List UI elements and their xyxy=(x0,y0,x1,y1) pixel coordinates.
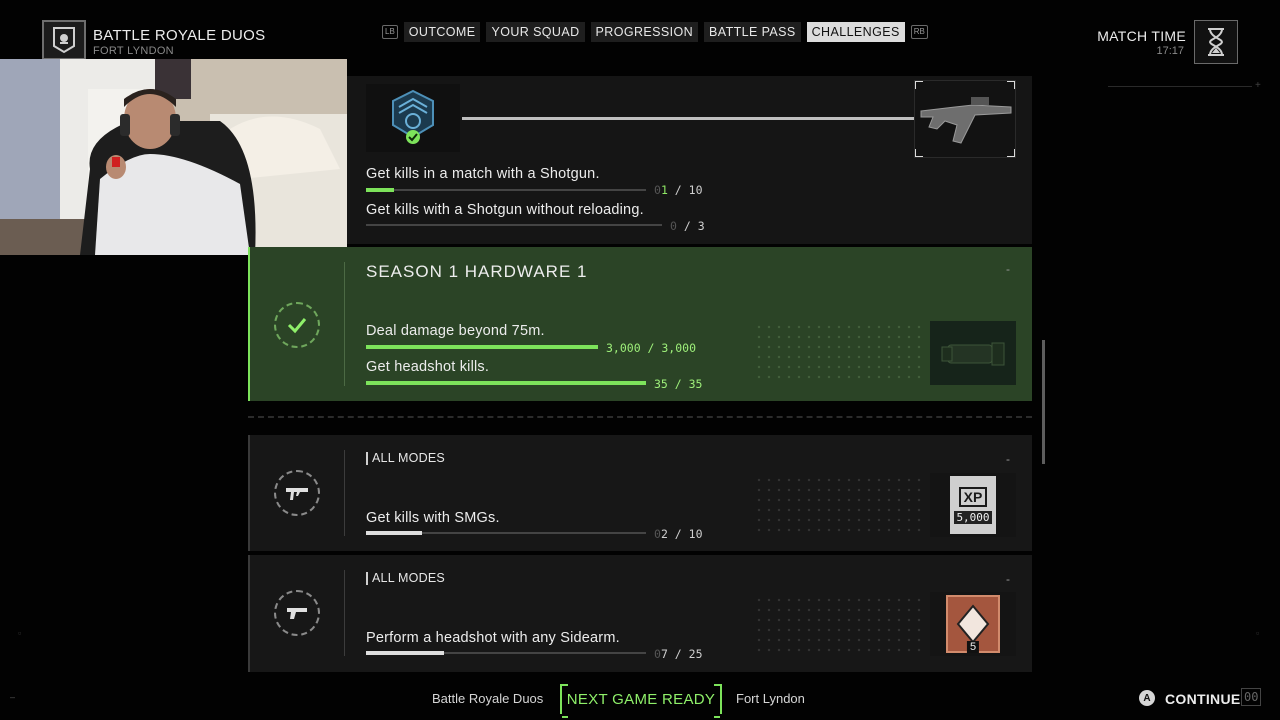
rank-badge-reward-icon[interactable]: 5 xyxy=(930,592,1016,656)
progress-fill xyxy=(366,381,646,385)
continue-timer: 00 xyxy=(1241,688,1262,706)
divider xyxy=(344,450,345,536)
mode-emblem-icon xyxy=(42,20,86,60)
corner-mark: ▫ xyxy=(18,628,22,638)
hourglass-icon xyxy=(1194,20,1238,64)
corner-mark: – xyxy=(10,692,16,702)
plus-mark: + xyxy=(1255,80,1261,91)
footer-map: Fort Lyndon xyxy=(736,691,805,706)
challenge-count: 01 / 10 xyxy=(654,183,703,197)
season-title: SEASON 1 HARDWARE 1 xyxy=(366,262,588,281)
progress-bar xyxy=(366,345,598,349)
smg-icon xyxy=(274,470,320,516)
match-time-value: 17:17 xyxy=(1156,45,1184,57)
decor-dots xyxy=(754,595,922,657)
webcam-overlay xyxy=(0,59,347,255)
continue-button[interactable]: CONTINUE xyxy=(1165,691,1241,707)
challenge-count: 35 / 35 xyxy=(654,377,703,391)
decor-dots xyxy=(754,475,922,537)
rb-bumper-hint[interactable]: RB xyxy=(910,25,928,39)
progress-fill xyxy=(366,531,422,535)
challenge-text: Get kills in a match with a Shotgun. xyxy=(366,166,600,182)
challenge-count: 3,000 / 3,000 xyxy=(606,341,697,355)
match-time-label: MATCH TIME xyxy=(1097,28,1186,44)
challenge-count: 0 / 3 xyxy=(670,219,705,233)
mode-title: BATTLE ROYALE DUOS xyxy=(93,27,266,44)
collapse-dash[interactable]: - xyxy=(1006,452,1010,466)
rank-number: 5 xyxy=(966,641,980,653)
weapon-reward-icon[interactable] xyxy=(914,80,1016,158)
xp-value: 5,000 xyxy=(954,510,992,524)
progress-bar xyxy=(366,224,662,226)
divider xyxy=(344,570,345,656)
decor-dots xyxy=(754,322,922,384)
divider xyxy=(344,262,345,386)
progress-bar xyxy=(366,188,646,192)
map-name: FORT LYNDON xyxy=(93,45,174,57)
collapse-dash[interactable]: - xyxy=(1006,262,1010,276)
progress-bar xyxy=(366,381,646,385)
tab-challenges[interactable]: CHALLENGES xyxy=(806,22,905,42)
collapse-dash[interactable]: - xyxy=(1006,572,1010,586)
tab-battle-pass[interactable]: BATTLE PASS xyxy=(704,22,801,42)
progress-fill xyxy=(366,651,444,655)
progress-fill xyxy=(366,188,394,192)
xp-label: XP xyxy=(958,486,988,507)
a-button-icon: A xyxy=(1139,690,1155,706)
lb-bumper-hint[interactable]: LB xyxy=(382,25,398,39)
challenge-text: Get kills with a Shotgun without reloadi… xyxy=(366,202,644,218)
footer-mode: Battle Royale Duos xyxy=(432,691,544,706)
xp-reward-icon[interactable]: XP 5,000 xyxy=(930,473,1016,537)
challenge-count: 02 / 10 xyxy=(654,527,703,541)
progress-fill xyxy=(366,345,598,349)
mode-tag: ALL MODES xyxy=(366,572,445,585)
progress-bar xyxy=(366,651,646,655)
tab-your-squad[interactable]: YOUR SQUAD xyxy=(486,22,585,42)
tab-outcome[interactable]: OUTCOME xyxy=(403,22,481,42)
mode-tag: ALL MODES xyxy=(366,452,445,465)
tab-bar: LB OUTCOME YOUR SQUAD PROGRESSION BATTLE… xyxy=(382,22,928,42)
challenge-count: 07 / 25 xyxy=(654,647,703,661)
scope-reward-icon[interactable] xyxy=(930,321,1016,385)
corner-mark: ▫ xyxy=(1256,628,1260,638)
divider xyxy=(1108,86,1252,87)
section-separator xyxy=(248,416,1032,418)
pistol-icon xyxy=(274,590,320,636)
next-game-ready-button[interactable]: NEXT GAME READY xyxy=(560,684,722,718)
reward-track-line xyxy=(462,117,914,120)
challenge-text: Deal damage beyond 75m. xyxy=(366,323,545,339)
challenge-text: Perform a headshot with any Sidearm. xyxy=(366,630,620,646)
scrollbar-thumb[interactable] xyxy=(1042,340,1045,464)
tab-progression[interactable]: PROGRESSION xyxy=(590,22,699,42)
challenge-text: Get headshot kills. xyxy=(366,359,490,375)
progress-bar xyxy=(366,531,646,535)
badge-reward-icon xyxy=(366,84,460,152)
challenge-text: Get kills with SMGs. xyxy=(366,510,500,526)
completed-check-icon xyxy=(274,302,320,348)
